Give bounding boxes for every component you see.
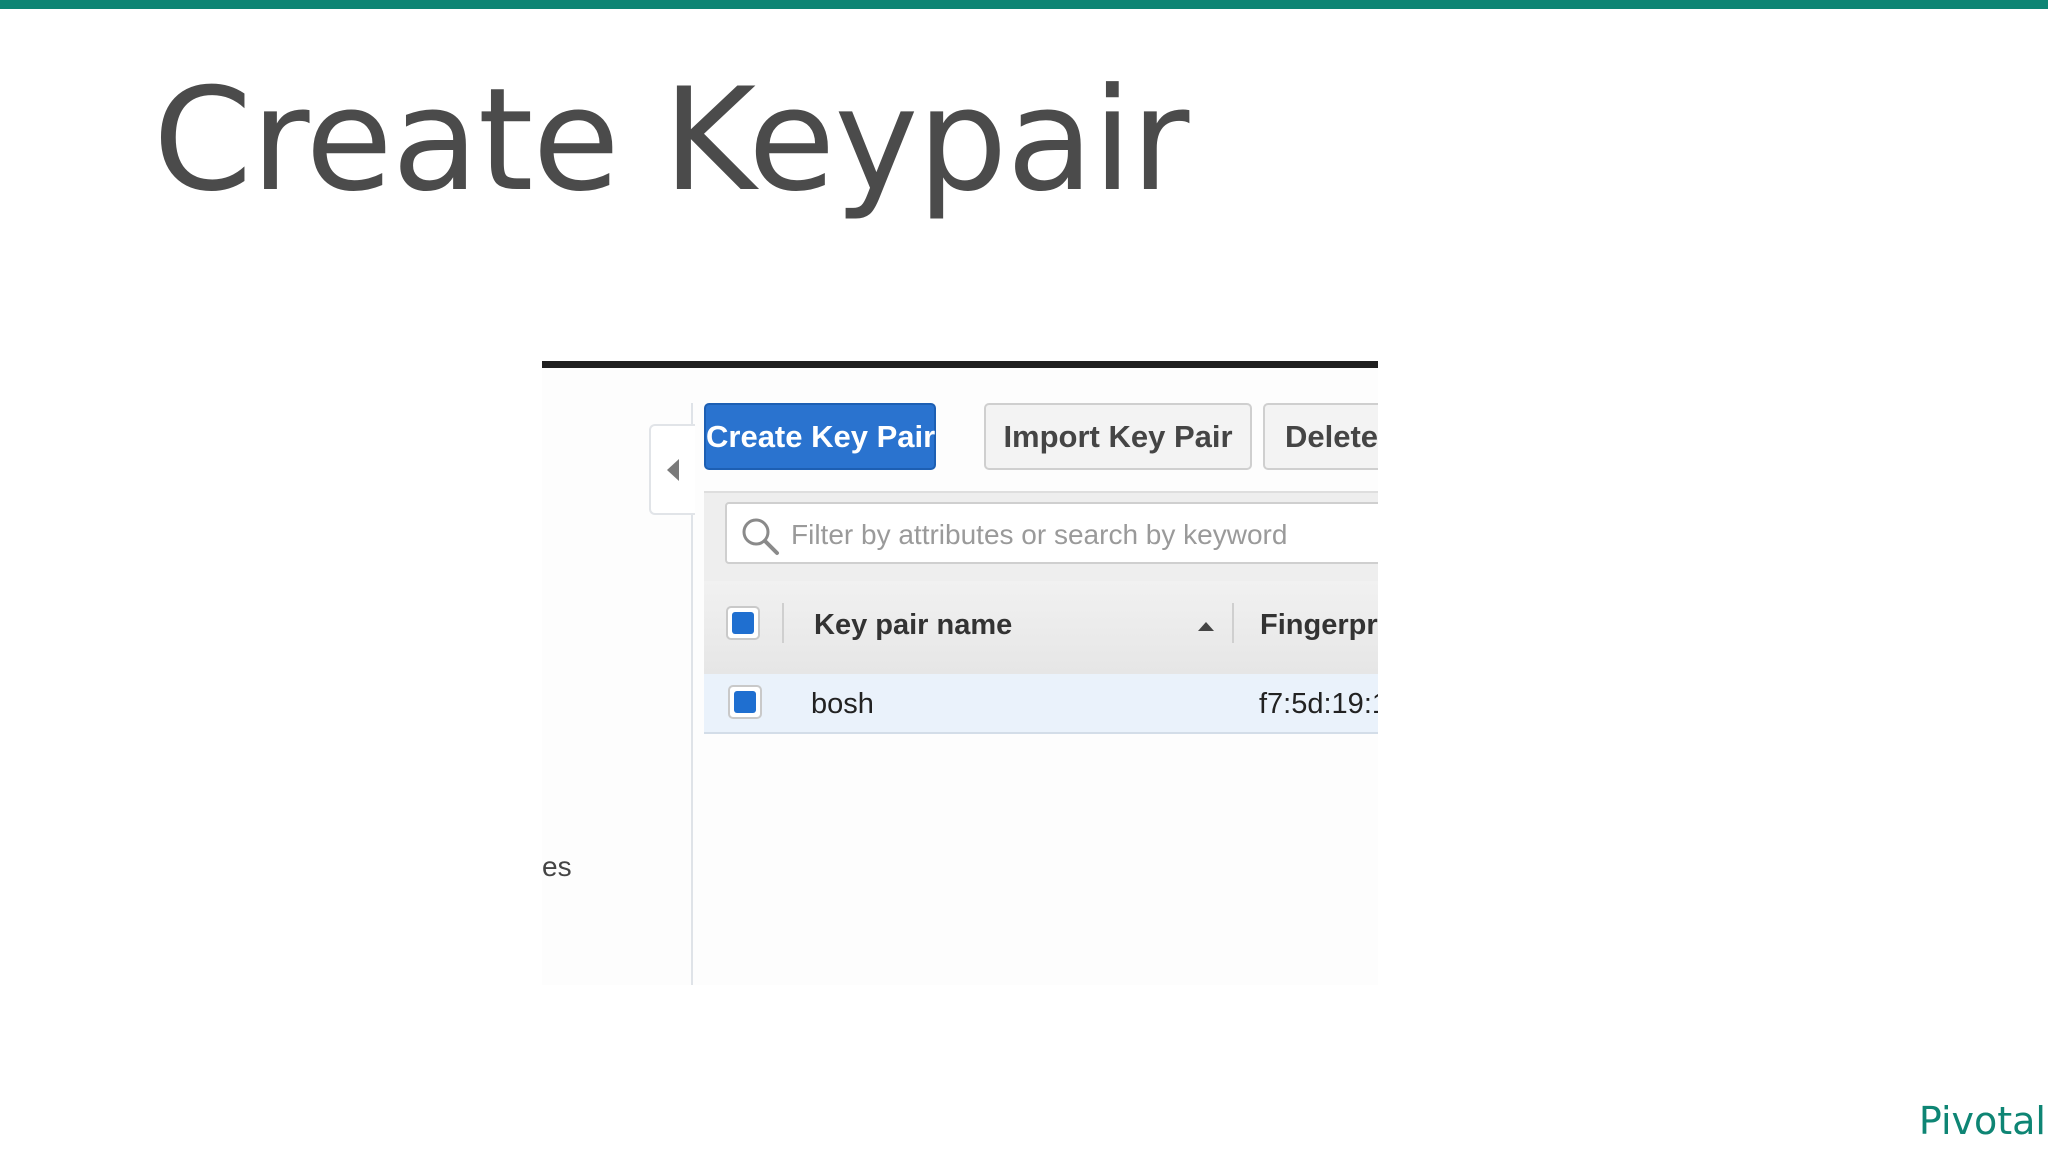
search-icon [742, 518, 779, 555]
top-divider [542, 361, 1378, 368]
pivotal-logo: Pivotal [1918, 1099, 2046, 1143]
slide-title: Create Keypair [153, 58, 1189, 223]
table-row[interactable]: bosh f7:5d:19:16 [704, 674, 1378, 734]
table-header: Key pair name Fingerprint [704, 581, 1378, 676]
column-separator [782, 603, 784, 643]
sidebar-collapse-button[interactable] [649, 424, 695, 515]
search-input[interactable]: Filter by attributes or search by keywor… [725, 502, 1378, 564]
column-header-key-pair-name[interactable]: Key pair name [814, 609, 1012, 642]
aws-console-screenshot: es Create Key Pair Import Key Pair Delet… [542, 361, 1378, 985]
search-placeholder: Filter by attributes or search by keywor… [791, 519, 1288, 550]
select-all-checkbox[interactable] [726, 606, 760, 640]
create-key-pair-button[interactable]: Create Key Pair [704, 403, 936, 470]
key-pair-name-cell: bosh [811, 688, 874, 720]
row-checkbox[interactable] [728, 685, 762, 719]
caret-left-icon [667, 459, 679, 481]
fingerprint-cell: f7:5d:19:16 [1259, 688, 1378, 720]
sidebar-item-label[interactable]: es [542, 853, 572, 881]
column-header-fingerprint[interactable]: Fingerprint [1260, 609, 1378, 642]
sort-ascending-icon[interactable] [1198, 622, 1214, 631]
delete-button[interactable]: Delete [1263, 403, 1378, 470]
column-separator [1232, 603, 1234, 643]
top-accent-bar [0, 0, 2048, 9]
import-key-pair-button[interactable]: Import Key Pair [984, 403, 1252, 470]
filter-bar: Filter by attributes or search by keywor… [704, 491, 1378, 583]
